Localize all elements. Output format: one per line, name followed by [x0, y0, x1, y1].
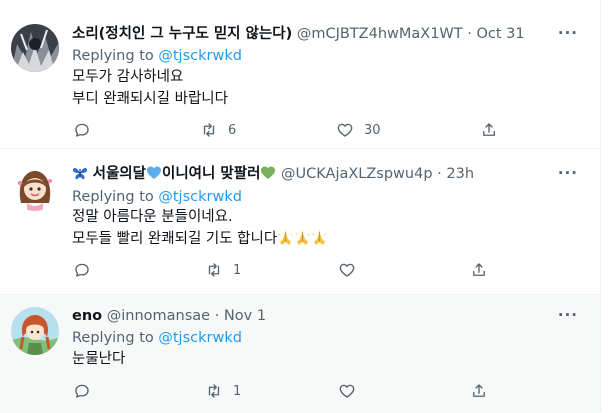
heart-icon — [338, 261, 356, 279]
retweet-button[interactable]: 6 — [200, 121, 236, 139]
retweet-icon — [200, 121, 218, 139]
tweet-text-line: 모두들 빨리 완쾌되길 기도 합니다 — [72, 229, 328, 252]
like-count: 30 — [364, 122, 381, 138]
separator-dot: · — [467, 26, 472, 42]
tweet-text-line: 부디 완쾌되시길 바랍니다 — [72, 91, 228, 107]
reply-button[interactable] — [73, 261, 101, 279]
avatar[interactable] — [11, 163, 59, 211]
tweet-reply-3[interactable]: eno @innomansae · Nov 1 ··· Replying to … — [0, 295, 600, 413]
display-name[interactable]: 소리(정치인 그 누구도 믿지 않는다) — [72, 26, 292, 42]
separator-dot: · — [437, 166, 442, 182]
folded-hands-icon — [277, 230, 294, 252]
replying-to-handle[interactable]: @tjsckrwkd — [158, 48, 242, 64]
like-button[interactable]: 30 — [336, 121, 381, 139]
replying-to: Replying to @tjsckrwkd — [72, 187, 242, 207]
retweet-count: 1 — [233, 262, 242, 278]
more-options-button[interactable]: ··· — [558, 305, 578, 325]
user-handle[interactable]: @innomansae — [107, 308, 210, 324]
retweet-button[interactable]: 1 — [205, 382, 241, 400]
retweet-button[interactable]: 1 — [205, 261, 241, 279]
retweet-icon — [205, 382, 223, 400]
replying-to: Replying to @tjsckrwkd — [72, 46, 242, 66]
tweet-text-line: 눈물난다 — [72, 351, 126, 367]
replying-to-label: Replying to — [72, 330, 159, 346]
share-button[interactable] — [480, 121, 498, 139]
retweet-icon — [205, 261, 223, 279]
tweet-text-line: 모두가 감사하네요 — [72, 69, 184, 85]
tweet-reply-1[interactable]: 소리(정치인 그 누구도 믿지 않는다) @mCJBTZ4hwMaX1WT · … — [0, 0, 600, 149]
tweet-actions: 1 — [0, 382, 600, 402]
more-options-button[interactable]: ··· — [558, 163, 578, 183]
avatar-image — [11, 307, 59, 355]
avatar[interactable] — [11, 24, 59, 72]
display-name-part[interactable]: 서울의달 — [93, 166, 146, 182]
avatar[interactable] — [11, 307, 59, 355]
reply-icon — [73, 382, 91, 400]
green-heart-icon — [260, 165, 276, 187]
tweet-actions: 6 30 — [0, 121, 600, 141]
reply-button[interactable] — [73, 121, 101, 139]
share-icon — [470, 382, 488, 400]
retweet-count: 6 — [228, 122, 237, 138]
folded-hands-icon — [311, 230, 328, 252]
heart-icon — [336, 121, 354, 139]
tweet-reply-2[interactable]: 서울의달 이니여니 맞팔러 @UCKAjaXLZspwu4p · 23h ··· … — [0, 149, 600, 295]
replying-to-label: Replying to — [72, 189, 159, 205]
tweet-header: eno @innomansae · Nov 1 — [72, 306, 266, 326]
like-button[interactable] — [338, 382, 366, 400]
tweet-text: 모두들 빨리 완쾌되길 기도 합니다 — [72, 231, 278, 247]
replying-to-handle[interactable]: @tjsckrwkd — [158, 189, 242, 205]
share-icon — [480, 121, 498, 139]
timestamp[interactable]: 23h — [446, 166, 474, 182]
reply-button[interactable] — [73, 382, 101, 400]
heart-icon — [338, 382, 356, 400]
timestamp[interactable]: Nov 1 — [224, 308, 266, 324]
more-options-button[interactable]: ··· — [558, 23, 578, 43]
replying-to: Replying to @tjsckrwkd — [72, 328, 242, 348]
reply-icon — [73, 121, 91, 139]
user-handle[interactable]: @mCJBTZ4hwMaX1WT — [297, 26, 463, 42]
avatar-image — [11, 24, 59, 72]
tweet-header: 서울의달 이니여니 맞팔러 @UCKAjaXLZspwu4p · 23h — [72, 164, 474, 187]
timestamp[interactable]: Oct 31 — [476, 26, 524, 42]
tweet-text-line: 정말 아름다운 분들이네요. — [72, 209, 233, 225]
folded-hands-icon — [294, 230, 311, 252]
display-name-part[interactable]: 이니여니 맞팔러 — [162, 166, 260, 182]
display-name[interactable]: eno — [72, 308, 102, 324]
reply-icon — [73, 261, 91, 279]
retweet-count: 1 — [233, 383, 242, 399]
blue-heart-icon — [146, 165, 162, 187]
replying-to-label: Replying to — [72, 48, 159, 64]
share-icon — [470, 261, 488, 279]
butterfly-icon — [72, 165, 88, 187]
timeline-right-border — [600, 0, 601, 412]
avatar-image — [11, 163, 59, 211]
separator-dot: · — [214, 308, 220, 324]
share-button[interactable] — [470, 261, 488, 279]
tweet-actions: 1 — [0, 261, 600, 281]
replying-to-handle[interactable]: @tjsckrwkd — [158, 330, 242, 346]
share-button[interactable] — [470, 382, 488, 400]
user-handle[interactable]: @UCKAjaXLZspwu4p — [281, 166, 433, 182]
like-button[interactable] — [338, 261, 366, 279]
tweet-header: 소리(정치인 그 누구도 믿지 않는다) @mCJBTZ4hwMaX1WT · … — [72, 24, 525, 44]
